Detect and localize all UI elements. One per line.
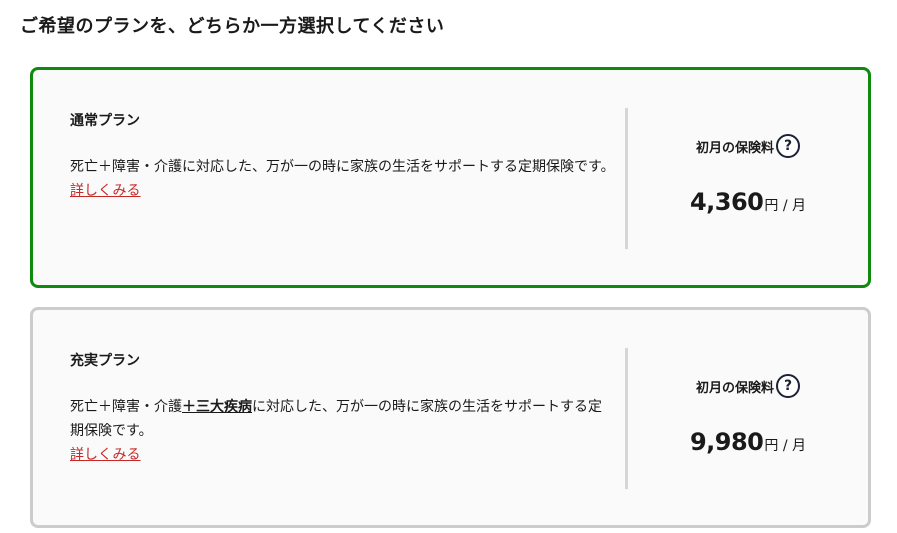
price-amount: 4,360: [689, 188, 764, 216]
plan-name: 通常プラン: [70, 113, 140, 129]
help-icon[interactable]: ?: [776, 134, 800, 158]
plan-info: 充実プラン 死亡＋障害・介護＋三大疾病に対応した、万が一の時に家族の生活をサポー…: [70, 350, 615, 467]
price-box: 初月の保険料 ? 4,360 円 / 月: [628, 70, 868, 285]
page-title: ご希望のプランを、どちらか一方選択してください: [20, 16, 445, 37]
plan-description-post: に対応した、万が一の時に家族の生活をサポートする定期保険です。: [182, 159, 615, 175]
price-label: 初月の保険料: [695, 140, 774, 156]
plan-description-emphasis: ＋三大疾病: [182, 399, 252, 415]
plan-info: 通常プラン 死亡＋障害・介護に対応した、万が一の時に家族の生活をサポートする定期…: [70, 110, 615, 203]
plan-description: 死亡＋障害・介護に対応した、万が一の時に家族の生活をサポートする定期保険です。: [70, 155, 615, 179]
plan-description-main: 死亡＋障害・介護: [70, 159, 182, 175]
price-box: 初月の保険料 ? 9,980 円 / 月: [628, 310, 868, 525]
plan-name: 充実プラン: [70, 353, 140, 369]
details-link[interactable]: 詳しくみる: [70, 443, 141, 467]
price-unit: 円 / 月: [764, 438, 807, 454]
price-amount: 9,980: [689, 428, 764, 456]
price-label: 初月の保険料: [695, 380, 774, 396]
plan-description: 死亡＋障害・介護＋三大疾病に対応した、万が一の時に家族の生活をサポートする定期保…: [70, 395, 615, 443]
plan-description-main: 死亡＋障害・介護: [70, 399, 182, 415]
plan-card-enhanced[interactable]: 充実プラン 死亡＋障害・介護＋三大疾病に対応した、万が一の時に家族の生活をサポー…: [30, 307, 871, 528]
help-icon[interactable]: ?: [776, 374, 800, 398]
plan-card-standard[interactable]: 通常プラン 死亡＋障害・介護に対応した、万が一の時に家族の生活をサポートする定期…: [30, 67, 871, 288]
details-link[interactable]: 詳しくみる: [70, 179, 141, 203]
price-unit: 円 / 月: [764, 198, 807, 214]
